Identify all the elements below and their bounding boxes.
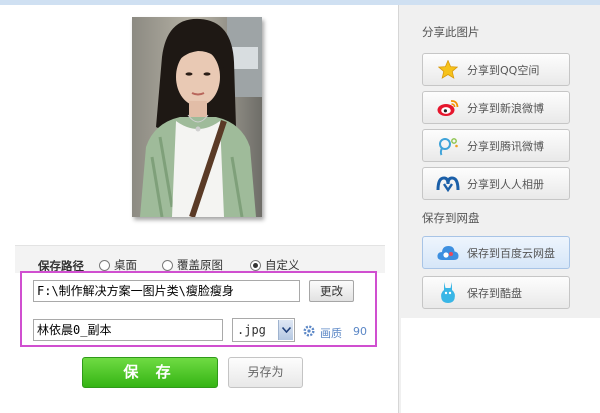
radio-overwrite-dot[interactable] [162,259,173,271]
share-sina-weibo-label: 分享到新浪微博 [467,101,544,115]
radio-custom-dot[interactable] [250,259,261,271]
save-kupan-button[interactable]: 保存到酷盘 [422,276,570,309]
share-tencent-weibo-button[interactable]: 分享到腾讯微博 [422,129,570,162]
portrait-image [132,17,262,217]
share-qzone-button[interactable]: 分享到QQ空间 [422,53,570,86]
quality-value: 90 [353,325,367,338]
quality-label[interactable]: 画质 [320,325,342,341]
kupan-icon [435,281,461,304]
format-select-value: .jpg [237,323,266,337]
share-renren-button[interactable]: 分享到人人相册 [422,167,570,200]
sidebar-empty-area [401,318,600,413]
share-tencent-weibo-label: 分享到腾讯微博 [467,139,544,153]
chevron-down-icon[interactable] [278,320,293,340]
share-renren-label: 分享到人人相册 [467,177,544,191]
baidu-cloud-icon [435,242,461,264]
weibo-icon [435,97,461,119]
radio-desktop-dot[interactable] [99,259,110,271]
save-kupan-label: 保存到酷盘 [467,286,522,300]
save-button[interactable]: 保 存 [82,357,218,388]
tencent-weibo-icon [435,135,461,157]
format-select[interactable]: .jpg [232,318,295,342]
save-baidu-cloud-label: 保存到百度云网盘 [467,246,555,260]
renren-icon [435,173,461,195]
cloud-section-title: 保存到网盘 [422,211,480,225]
share-section-title: 分享此图片 [422,25,480,39]
filename-input[interactable]: 林依晨0_副本 [33,319,223,341]
save-as-button[interactable]: 另存为 [228,357,303,388]
share-qzone-label: 分享到QQ空间 [467,63,540,77]
photo-preview [132,17,262,217]
star-icon [435,59,461,81]
gear-icon[interactable] [303,325,315,340]
save-baidu-cloud-button[interactable]: 保存到百度云网盘 [422,236,570,269]
change-path-button[interactable]: 更改 [309,280,354,302]
share-sina-weibo-button[interactable]: 分享到新浪微博 [422,91,570,124]
path-input[interactable]: F:\制作解决方案一图片类\瘦脸瘦身 [33,280,300,302]
